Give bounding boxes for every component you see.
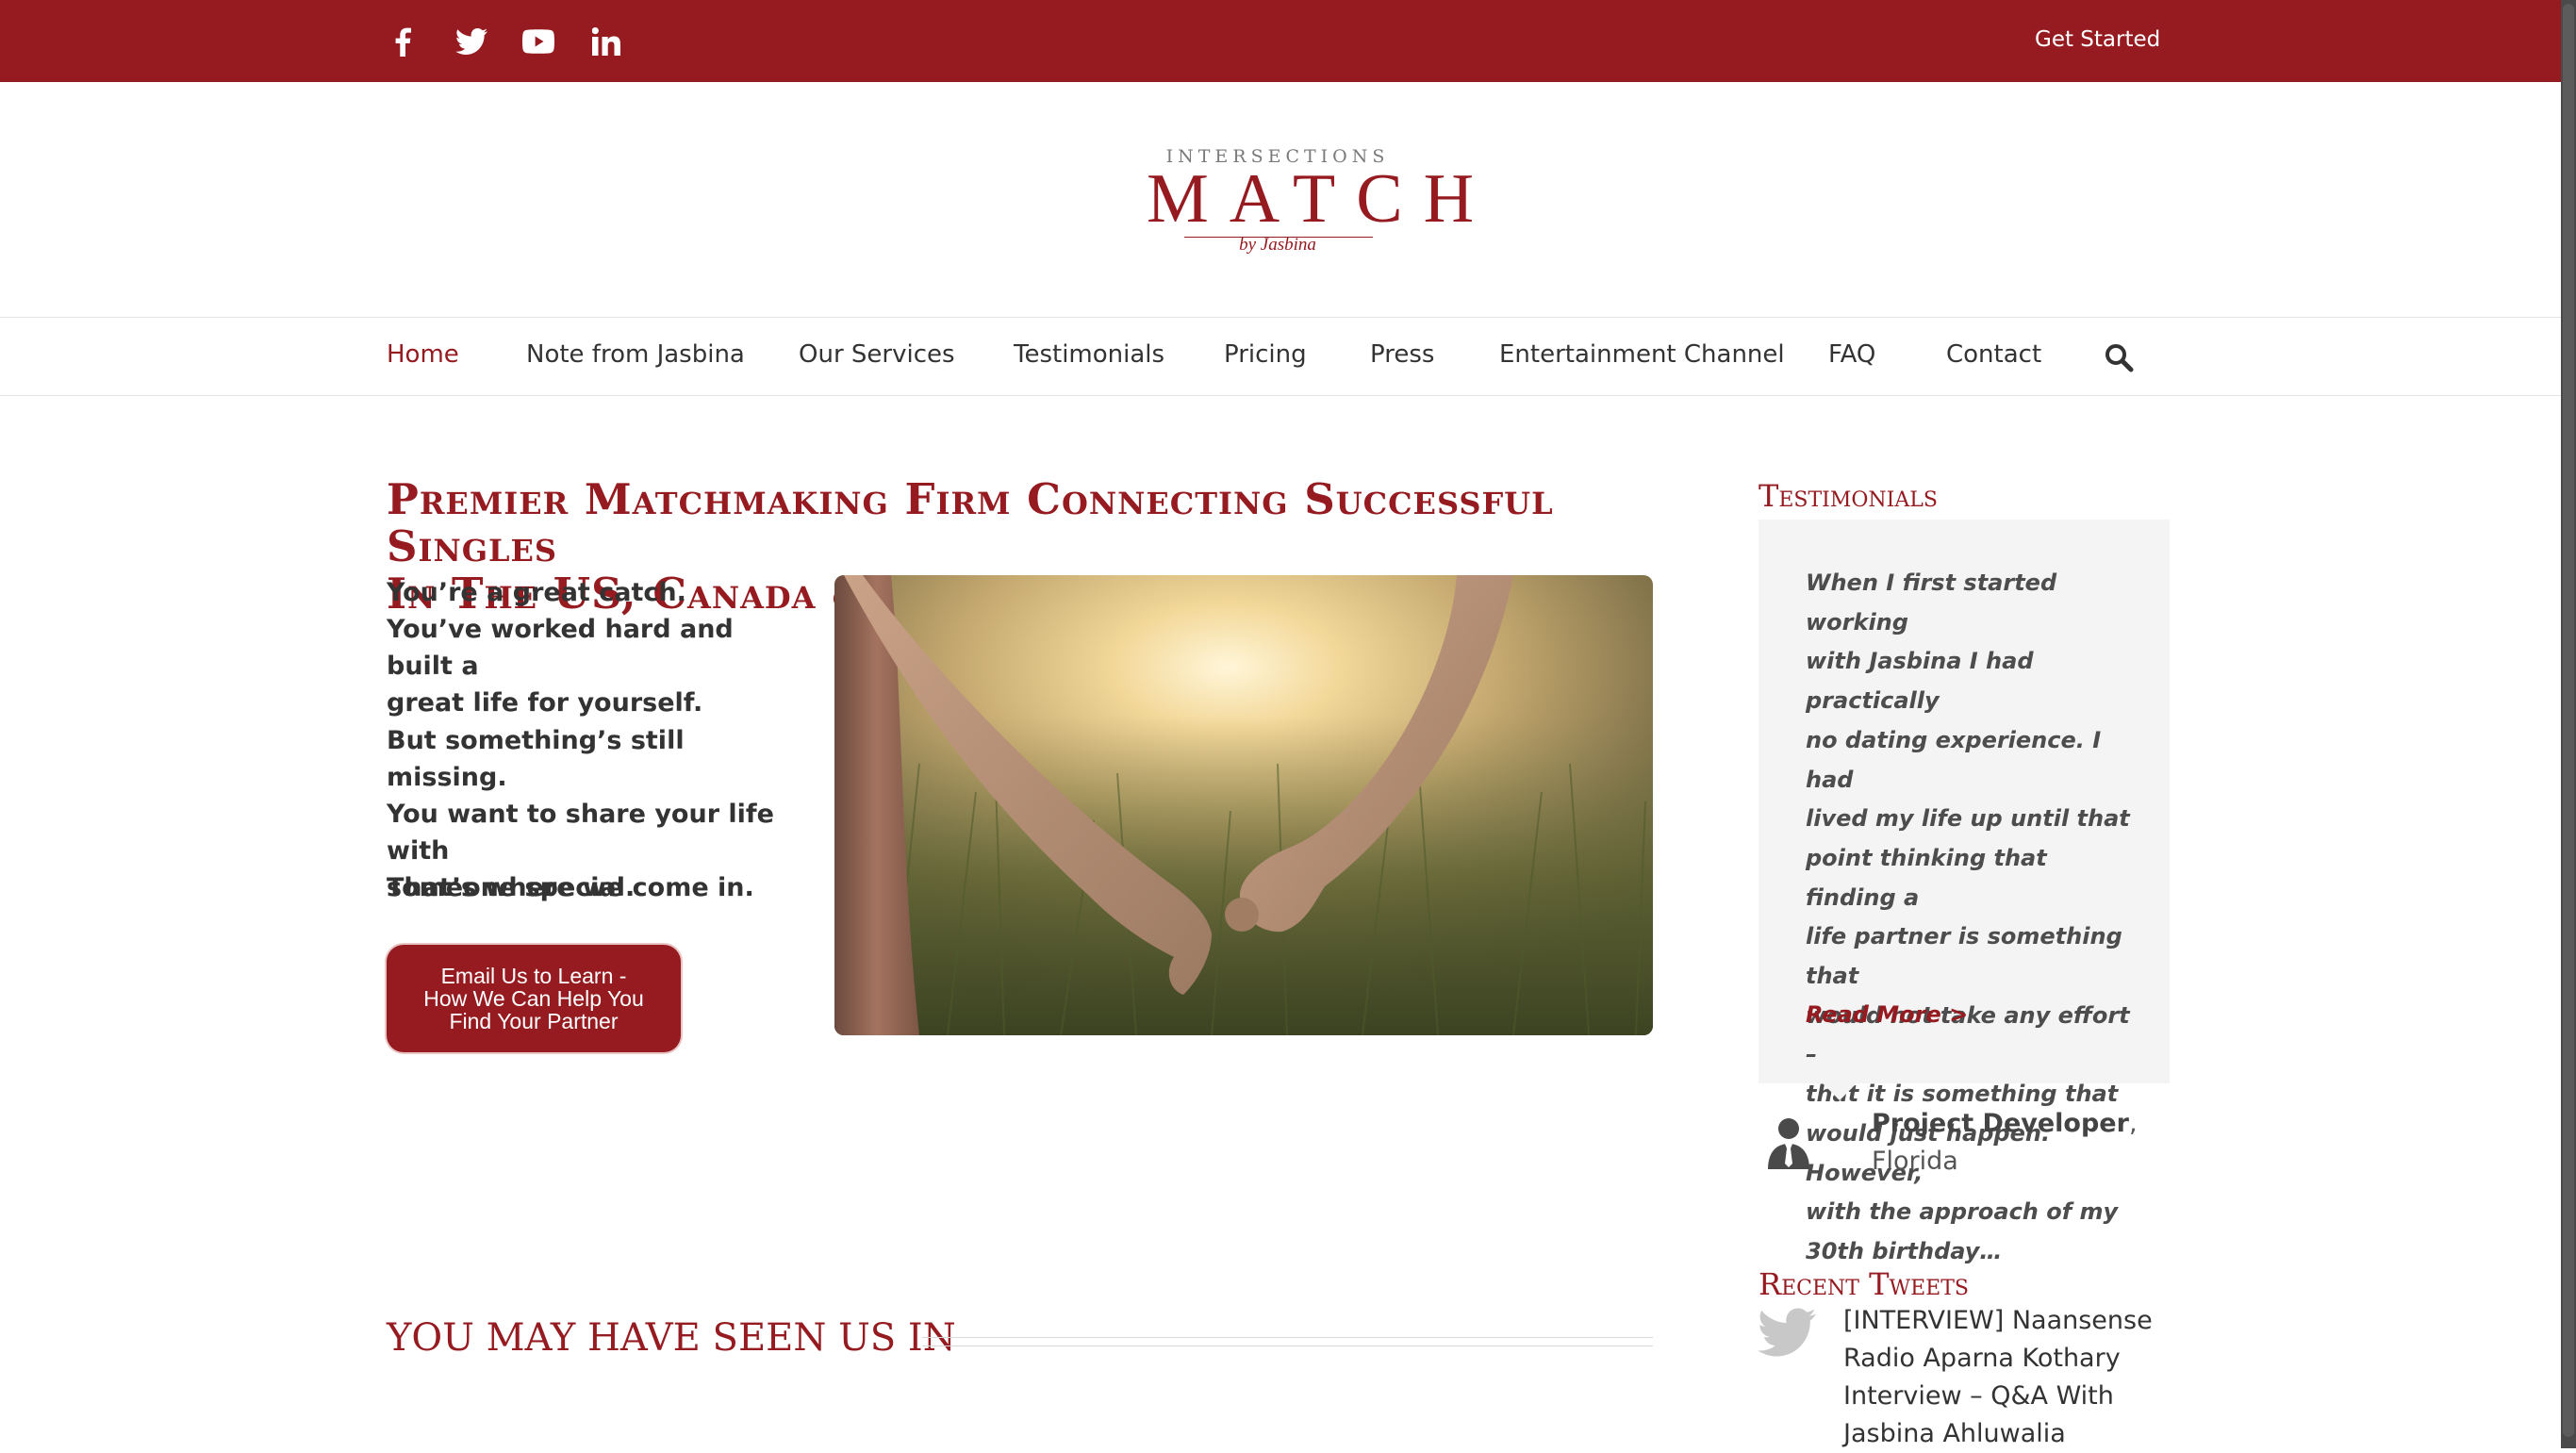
nav-item-pricing[interactable]: Pricing [1224, 338, 1307, 371]
nav-item-our-services[interactable]: Our Services [799, 338, 955, 371]
quote-line: life partner is something that [1806, 923, 2122, 990]
youtube-icon[interactable] [520, 21, 556, 62]
get-started-link[interactable]: Get Started [2035, 25, 2160, 55]
user-icon [1765, 1115, 1812, 1171]
twitter-icon [1757, 1308, 1816, 1357]
quote-line: point thinking that finding a [1806, 844, 2047, 911]
intro-line: That’s where we come in. [387, 873, 754, 902]
recent-tweets-title: Recent Tweets [1759, 1266, 1969, 1302]
tweet-line: Interview – Q&A With [1843, 1381, 2114, 1411]
nav-item-faq[interactable]: FAQ [1828, 338, 1875, 371]
twitter-icon[interactable] [453, 21, 490, 62]
quote-line: no dating experience. I had [1806, 726, 2102, 793]
intro-paragraph-1: You’re a great catch. You’ve worked hard… [387, 574, 801, 721]
author-location: Florida [1872, 1147, 1958, 1176]
intro-line: great life for yourself. [387, 688, 703, 718]
main-nav: Home Note from Jasbina Our Services Test… [0, 317, 2561, 396]
seen-in-divider [922, 1337, 1653, 1338]
cta-line: Email Us to Learn - [440, 964, 627, 988]
email-us-button[interactable]: Email Us to Learn - How We Can Help You … [387, 945, 681, 1052]
seen-in-title: YOU MAY HAVE SEEN US IN [387, 1316, 956, 1360]
author-name: Project Developer [1872, 1109, 2129, 1138]
tweet-line: [INTERVIEW] Naansense [1843, 1306, 2153, 1335]
intro-line: You’ve worked hard and built a [387, 615, 734, 681]
nav-item-note-from-jasbina[interactable]: Note from Jasbina [526, 338, 745, 371]
nav-item-testimonials[interactable]: Testimonials [1014, 338, 1164, 371]
logo-main-text: MATCH [1147, 160, 1495, 238]
read-more-link[interactable]: Read More > [1806, 999, 1968, 1031]
linkedin-icon[interactable] [590, 21, 622, 62]
logo-divider [1184, 237, 1373, 238]
nav-item-entertainment-channel[interactable]: Entertainment Channel [1499, 338, 1785, 371]
testimonials-title: Testimonials [1759, 478, 1938, 514]
quote-line: lived my life up until that [1806, 805, 2130, 833]
intro-line: But something’s still missing. [387, 726, 685, 792]
testimonial-pointer [1823, 1083, 1857, 1100]
quote-line: with the approach of my [1806, 1198, 2119, 1226]
intro-paragraph-3: That’s where we come in. [387, 869, 801, 906]
tweet-line: Radio Aparna Kothary [1843, 1344, 2121, 1373]
quote-line: 30th birthday… [1806, 1237, 2003, 1264]
nav-item-home[interactable]: Home [387, 338, 459, 371]
top-bar [0, 0, 2561, 82]
logo-by-text: by Jasbina [1239, 235, 1316, 255]
intro-line: You want to share your life with [387, 800, 774, 866]
cta-line: Find Your Partner [449, 1009, 619, 1033]
site-logo[interactable]: INTERSECTIONS MATCH by Jasbina [1128, 146, 1495, 259]
headline-line-1: Premier Matchmaking Firm Connecting Succ… [387, 474, 1554, 571]
quote-line: When I first started working [1806, 570, 2057, 636]
search-icon[interactable] [2103, 341, 2135, 373]
nav-item-press[interactable]: Press [1370, 338, 1434, 371]
tweet-link[interactable]: [INTERVIEW] Naansense Radio Aparna Kotha… [1843, 1302, 2206, 1453]
scrollbar-thumb[interactable] [2563, 4, 2574, 1437]
intro-line: You’re a great catch. [387, 578, 686, 607]
facebook-icon[interactable] [387, 21, 419, 62]
tweet-line: Jasbina Ahluwalia [1843, 1419, 2066, 1448]
cta-line: How We Can Help You [423, 986, 644, 1011]
hero-image [834, 575, 1653, 1035]
testimonial-author: Project Developer, Florida [1872, 1109, 2138, 1176]
quote-line: with Jasbina I had practically [1806, 648, 2034, 715]
nav-item-contact[interactable]: Contact [1946, 338, 2041, 371]
